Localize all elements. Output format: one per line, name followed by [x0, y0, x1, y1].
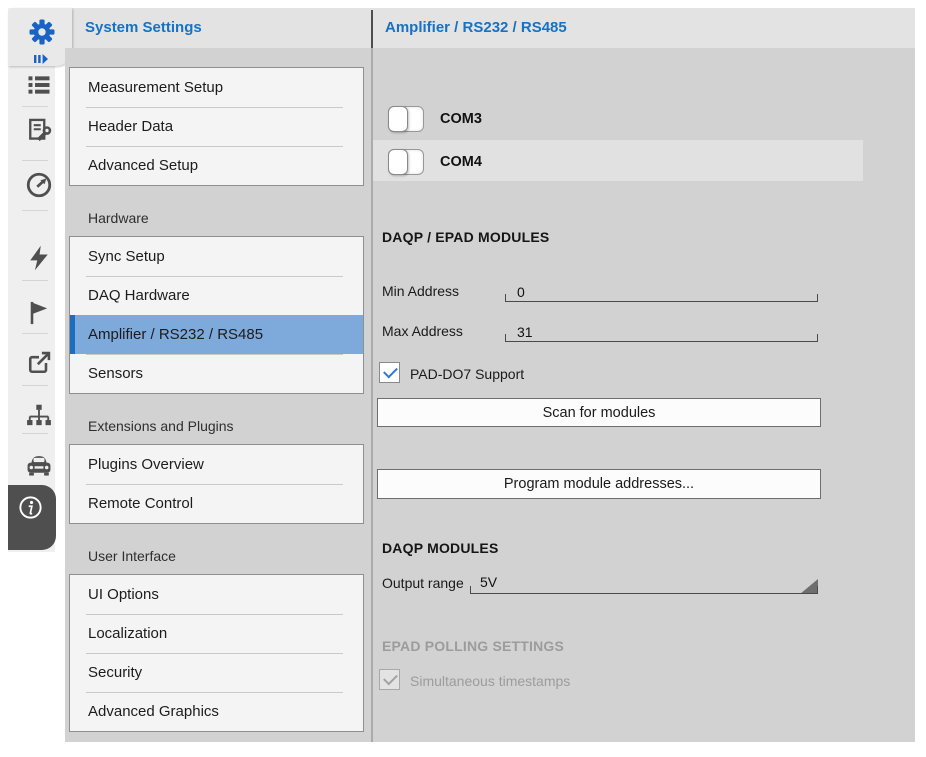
menu-item-security[interactable]: Security — [70, 653, 363, 692]
info-icon — [17, 494, 44, 521]
output-range-label: Output range — [382, 575, 464, 591]
tab-info[interactable] — [8, 485, 56, 550]
daqp-epad-modules-heading: DAQP / EPAD MODULES — [382, 229, 549, 245]
measure-gauge-icon[interactable] — [25, 171, 53, 199]
menu-group-extensions: Plugins Overview Remote Control — [69, 444, 364, 524]
com3-toggle[interactable] — [388, 106, 424, 132]
sidebar-separator — [22, 333, 48, 334]
menu-group-user-interface: UI Options Localization Security Advance… — [69, 574, 364, 732]
sidebar-separator — [22, 280, 48, 281]
header-strip: System Settings Amplifier / RS232 / RS48… — [10, 8, 915, 48]
channel-list-icon[interactable] — [25, 71, 53, 99]
sidebar-separator — [22, 160, 48, 161]
output-range-dropdown[interactable]: 5V — [470, 573, 818, 594]
program-module-addresses-button[interactable]: Program module addresses... — [377, 469, 821, 499]
com4-toggle[interactable] — [388, 149, 424, 175]
menu-group-label-extensions: Extensions and Plugins — [69, 408, 364, 444]
menu-item-plugins-overview[interactable]: Plugins Overview — [70, 445, 363, 484]
export-icon[interactable] — [25, 349, 53, 377]
app-window: System Settings Amplifier / RS232 / RS48… — [0, 0, 926, 757]
min-address-field — [505, 281, 818, 302]
scan-for-modules-button[interactable]: Scan for modules — [377, 398, 821, 427]
settings-menu-panel: Measurement Setup Header Data Advanced S… — [65, 48, 371, 742]
power-bolt-icon[interactable] — [25, 244, 53, 272]
menu-panel-title: System Settings — [85, 8, 202, 48]
com3-label: COM3 — [440, 111, 482, 127]
epad-polling-settings-heading: EPAD POLLING SETTINGS — [382, 638, 564, 654]
header-divider — [371, 10, 373, 48]
network-sitemap-icon[interactable] — [25, 401, 53, 429]
min-address-label: Min Address — [382, 283, 459, 299]
menu-item-advanced-graphics[interactable]: Advanced Graphics — [70, 692, 363, 731]
menu-group-label-user-interface: User Interface — [69, 538, 364, 574]
menu-item-header-data[interactable]: Header Data — [70, 107, 363, 146]
flag-icon[interactable] — [25, 299, 53, 327]
menu-item-localization[interactable]: Localization — [70, 614, 363, 653]
menu-group-general: Measurement Setup Header Data Advanced S… — [69, 67, 364, 186]
menu-item-daq-hardware[interactable]: DAQ Hardware — [70, 276, 363, 315]
pad-do7-label: PAD-DO7 Support — [410, 366, 524, 382]
max-address-input[interactable] — [505, 321, 818, 342]
vehicle-car-icon[interactable] — [25, 450, 53, 478]
gear-icon — [28, 18, 56, 46]
setup-file-icon[interactable] — [25, 117, 53, 145]
sidebar-separator — [22, 210, 48, 211]
menu-group-hardware: Sync Setup DAQ Hardware Amplifier / RS23… — [69, 236, 364, 394]
menu-item-advanced-setup[interactable]: Advanced Setup — [70, 146, 363, 185]
output-range-underline — [470, 586, 818, 594]
max-address-field — [505, 321, 818, 342]
content-panel-title: Amplifier / RS232 / RS485 — [385, 8, 567, 48]
check-icon — [383, 671, 398, 686]
amplifier-settings-panel: COM3 COM4 DAQP / EPAD MODULES Min Addres… — [373, 48, 915, 742]
expand-mode-icon — [34, 54, 48, 64]
com3-toggle-knob — [388, 106, 408, 132]
menu-item-sync-setup[interactable]: Sync Setup — [70, 237, 363, 276]
icon-sidebar — [8, 8, 55, 552]
dropdown-arrow-icon — [800, 579, 818, 594]
output-range-value: 5V — [480, 574, 497, 590]
daqp-modules-heading: DAQP MODULES — [382, 540, 499, 556]
menu-item-ui-options[interactable]: UI Options — [70, 575, 363, 614]
menu-item-amplifier-rs232-rs485[interactable]: Amplifier / RS232 / RS485 — [70, 315, 363, 354]
menu-item-measurement-setup[interactable]: Measurement Setup — [70, 68, 363, 107]
max-address-label: Max Address — [382, 323, 463, 339]
tab-settings-active[interactable] — [8, 8, 72, 66]
menu-item-sensors[interactable]: Sensors — [70, 354, 363, 393]
menu-group-label-hardware: Hardware — [69, 200, 364, 236]
simultaneous-timestamps-label: Simultaneous timestamps — [410, 673, 570, 689]
check-icon — [383, 364, 398, 379]
menu-item-remote-control[interactable]: Remote Control — [70, 484, 363, 523]
sidebar-separator — [22, 385, 48, 386]
pad-do7-checkbox[interactable] — [379, 362, 400, 383]
sidebar-separator — [22, 106, 48, 107]
com4-label: COM4 — [440, 154, 482, 170]
min-address-input[interactable] — [505, 281, 818, 302]
com4-toggle-knob — [388, 149, 408, 175]
sidebar-separator — [22, 433, 48, 434]
simultaneous-timestamps-checkbox — [379, 669, 400, 690]
